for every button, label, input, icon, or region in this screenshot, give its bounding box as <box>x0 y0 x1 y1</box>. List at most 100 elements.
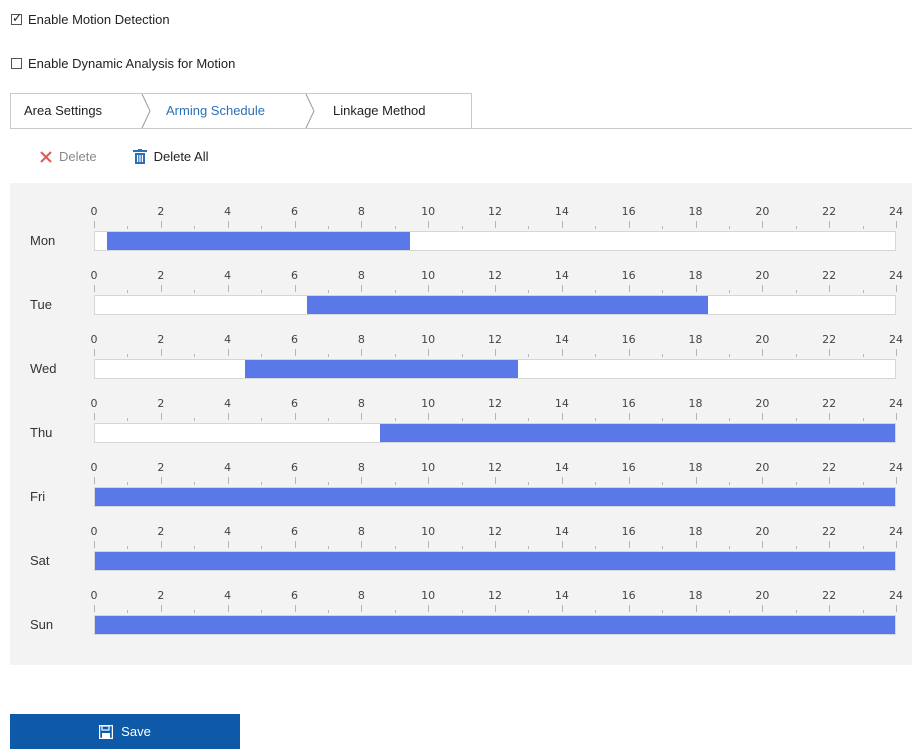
hour-tick-label: 4 <box>224 397 232 410</box>
hour-tick-mark <box>695 221 697 228</box>
hour-tick-label: 24 <box>889 525 903 538</box>
hour-tick-mark <box>294 221 296 228</box>
hour-tick-mark <box>528 418 530 421</box>
hour-tick-mark <box>628 541 630 548</box>
hour-tick-mark <box>662 546 664 549</box>
hour-tick-mark <box>261 546 263 549</box>
schedule-track-thu[interactable] <box>94 423 896 443</box>
hour-tick-mark <box>595 482 597 485</box>
hour-tick-label: 4 <box>224 269 232 282</box>
hour-tick-label: 4 <box>224 205 232 218</box>
hour-tick-mark <box>261 290 263 293</box>
hour-tick-mark <box>561 221 563 228</box>
motion-detection-checkbox[interactable]: ✓ <box>11 11 22 25</box>
hour-tick-label: 12 <box>488 589 502 602</box>
hour-tick-mark <box>127 418 129 421</box>
hour-tick-mark <box>896 285 897 292</box>
enable-dynamic-analysis-row[interactable]: Enable Dynamic Analysis for Motion <box>11 56 235 71</box>
hour-tick-mark <box>695 285 697 292</box>
hour-tick-mark <box>327 482 329 485</box>
hour-tick-mark <box>528 482 530 485</box>
schedule-track-sat[interactable] <box>94 551 896 571</box>
hour-tick-mark <box>628 221 630 228</box>
enable-motion-detection-row[interactable]: ✓ Enable Motion Detection <box>11 11 170 27</box>
hour-tick-label: 2 <box>157 525 165 538</box>
hour-tick-mark <box>795 610 797 613</box>
hour-tick-mark <box>94 285 95 292</box>
armed-time-segment[interactable] <box>106 232 410 250</box>
hour-tick-mark <box>728 482 730 485</box>
hour-tick-mark <box>394 482 396 485</box>
hour-tick-mark <box>495 605 496 612</box>
hour-tick-label: 18 <box>688 269 703 282</box>
hour-tick-mark <box>528 354 530 357</box>
hour-tick-mark <box>662 290 664 293</box>
armed-time-segment[interactable] <box>95 552 895 570</box>
hour-tick-mark <box>194 482 196 485</box>
hour-tick-label: 14 <box>554 333 569 346</box>
hour-tick-label: 16 <box>621 461 636 474</box>
tab-arming-schedule[interactable]: Arming Schedule <box>166 94 265 128</box>
armed-time-segment[interactable] <box>95 616 895 634</box>
hour-tick-mark <box>261 482 263 485</box>
trash-icon <box>132 149 147 164</box>
schedule-track-mon[interactable] <box>94 231 896 251</box>
armed-time-segment[interactable] <box>95 488 895 506</box>
hour-tick-mark <box>795 226 797 229</box>
hour-tick-label: 2 <box>157 589 165 602</box>
hour-tick-label: 24 <box>889 269 903 282</box>
hour-tick-mark <box>428 221 430 228</box>
save-button[interactable]: Save <box>10 714 240 749</box>
armed-time-segment[interactable] <box>380 424 895 442</box>
hour-tick-label: 10 <box>421 397 436 410</box>
hour-tick-mark <box>227 349 229 356</box>
armed-time-segment[interactable] <box>245 360 519 378</box>
hour-tick-label: 0 <box>90 461 98 474</box>
hour-tick-mark <box>829 477 831 484</box>
hour-tick-mark <box>94 349 95 356</box>
delete-all-button[interactable]: Delete All <box>132 149 209 164</box>
hour-tick-mark <box>327 354 329 357</box>
hour-tick-mark <box>795 482 797 485</box>
hour-tick-mark <box>896 477 897 484</box>
hour-tick-label: 8 <box>357 269 365 282</box>
schedule-track-tue[interactable] <box>94 295 896 315</box>
hour-tick-label: 24 <box>889 397 903 410</box>
hour-tick-mark <box>662 226 664 229</box>
hour-tick-mark <box>461 290 463 293</box>
dynamic-analysis-checkbox[interactable] <box>11 58 22 69</box>
hour-tick-mark <box>728 610 730 613</box>
hour-tick-mark <box>561 477 563 484</box>
hour-tick-label: 14 <box>554 269 569 282</box>
hour-tick-mark <box>394 418 396 421</box>
hour-tick-mark <box>595 418 597 421</box>
hour-tick-label: 12 <box>488 205 502 218</box>
tab-linkage-method[interactable]: Linkage Method <box>333 94 426 128</box>
hour-tick-mark <box>227 413 229 420</box>
schedule-track-fri[interactable] <box>94 487 896 507</box>
hour-tick-mark <box>361 349 363 356</box>
motion-detection-label: Enable Motion Detection <box>28 12 170 27</box>
hour-tick-label: 8 <box>357 397 365 410</box>
hour-tick-label: 0 <box>90 333 98 346</box>
tab-strip: Area Settings Arming Schedule Linkage Me… <box>10 93 472 128</box>
armed-time-segment[interactable] <box>306 296 709 314</box>
hour-tick-mark <box>160 349 162 356</box>
hour-tick-mark <box>227 605 229 612</box>
tab-area-settings[interactable]: Area Settings <box>24 94 102 128</box>
hour-tick-label: 0 <box>90 397 98 410</box>
hour-tick-mark <box>829 285 831 292</box>
hour-tick-mark <box>862 226 864 229</box>
hour-tick-mark <box>127 546 129 549</box>
hour-tick-mark <box>227 285 229 292</box>
hour-tick-mark <box>294 349 296 356</box>
hour-tick-label: 12 <box>488 525 502 538</box>
hour-tick-mark <box>795 418 797 421</box>
hour-tick-mark <box>261 226 263 229</box>
hour-tick-mark <box>94 605 95 612</box>
hour-tick-label: 20 <box>755 589 770 602</box>
schedule-track-wed[interactable] <box>94 359 896 379</box>
hour-tick-label: 14 <box>554 525 569 538</box>
delete-button[interactable]: Delete <box>40 149 97 164</box>
schedule-track-sun[interactable] <box>94 615 896 635</box>
